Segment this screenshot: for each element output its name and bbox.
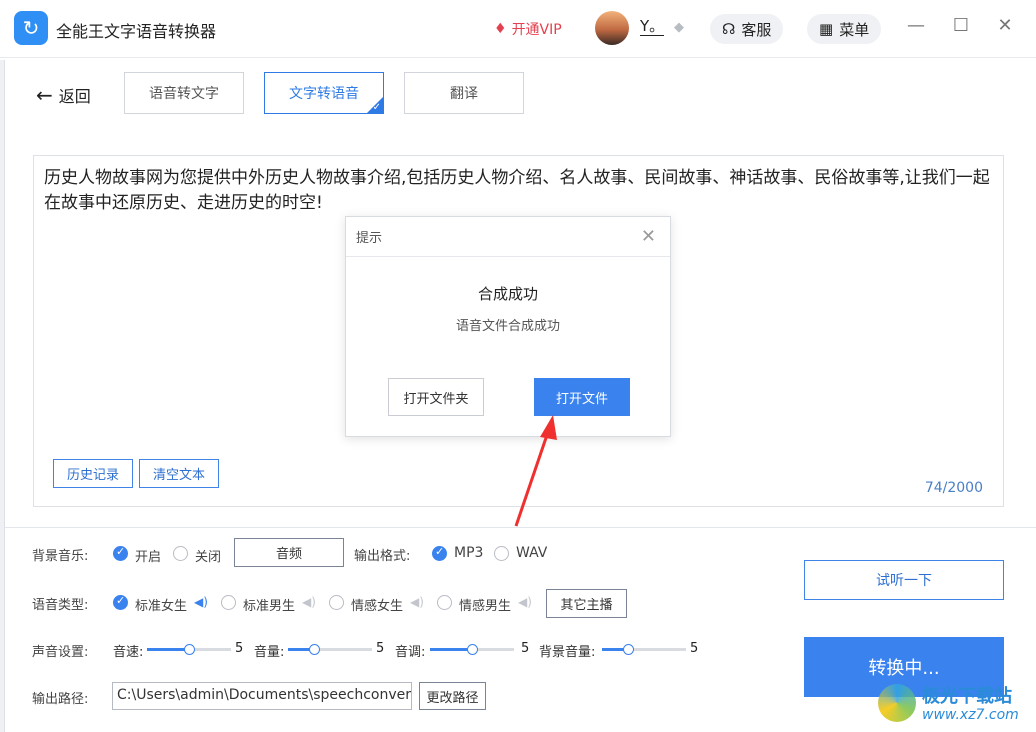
watermark-url: www.xz7.com bbox=[922, 707, 1019, 723]
annotation-arrow-icon bbox=[514, 415, 557, 527]
watermark-logo-icon bbox=[878, 684, 916, 722]
watermark: 极光下载站 www.xz7.com bbox=[878, 680, 1028, 728]
app-window: ↻ 全能王文字语音转换器 ♦ 开通VIP Y。 ◆ ☊ 客服 ▦ 菜单 — ☐ … bbox=[0, 0, 1036, 732]
watermark-name: 极光下载站 bbox=[922, 686, 1012, 707]
